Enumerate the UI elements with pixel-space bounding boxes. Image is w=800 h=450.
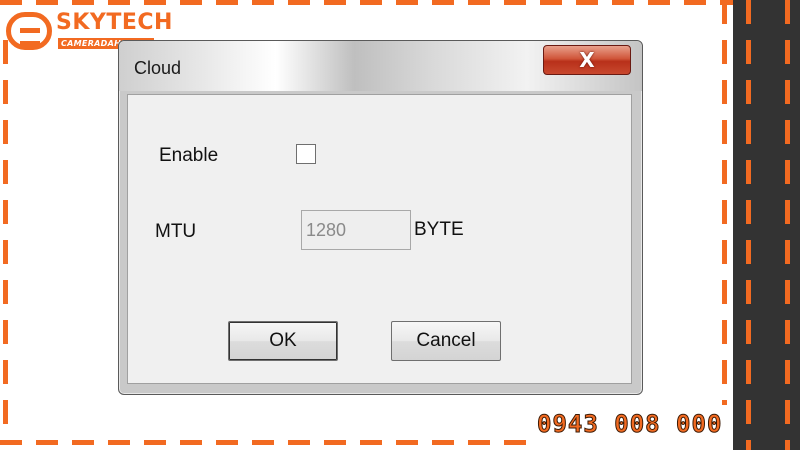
enable-checkbox[interactable] bbox=[296, 144, 316, 164]
cancel-button[interactable]: Cancel bbox=[391, 321, 501, 361]
close-icon: X bbox=[579, 48, 595, 72]
phone-number: 0943 008 000 bbox=[536, 410, 723, 439]
title-bar[interactable]: Cloud X bbox=[119, 41, 642, 91]
frame-dash-bottom bbox=[0, 440, 535, 445]
dialog-title: Cloud bbox=[134, 58, 182, 78]
frame-dash-top bbox=[0, 0, 800, 5]
frame-dash-left bbox=[3, 40, 8, 440]
mtu-input[interactable] bbox=[301, 210, 411, 250]
band-dash-1 bbox=[746, 0, 751, 450]
logo-text: SKYTECH bbox=[56, 10, 173, 35]
dialog-body: Enable MTU BYTE OK Cancel bbox=[127, 94, 632, 384]
close-button[interactable]: X bbox=[543, 45, 631, 75]
frame-dash-right bbox=[722, 0, 727, 405]
logo-s-mark-icon bbox=[6, 12, 52, 50]
mtu-unit-label: BYTE bbox=[414, 219, 464, 240]
screenshot-stage: SKYTECH CAMERADAHUA.VN Cloud X Enable MT… bbox=[0, 0, 800, 450]
mtu-label: MTU bbox=[155, 221, 197, 242]
ok-button[interactable]: OK bbox=[228, 321, 338, 361]
enable-label: Enable bbox=[159, 145, 219, 166]
band-dash-2 bbox=[785, 0, 790, 450]
cloud-dialog: Cloud X Enable MTU BYTE OK Cancel bbox=[118, 40, 643, 395]
